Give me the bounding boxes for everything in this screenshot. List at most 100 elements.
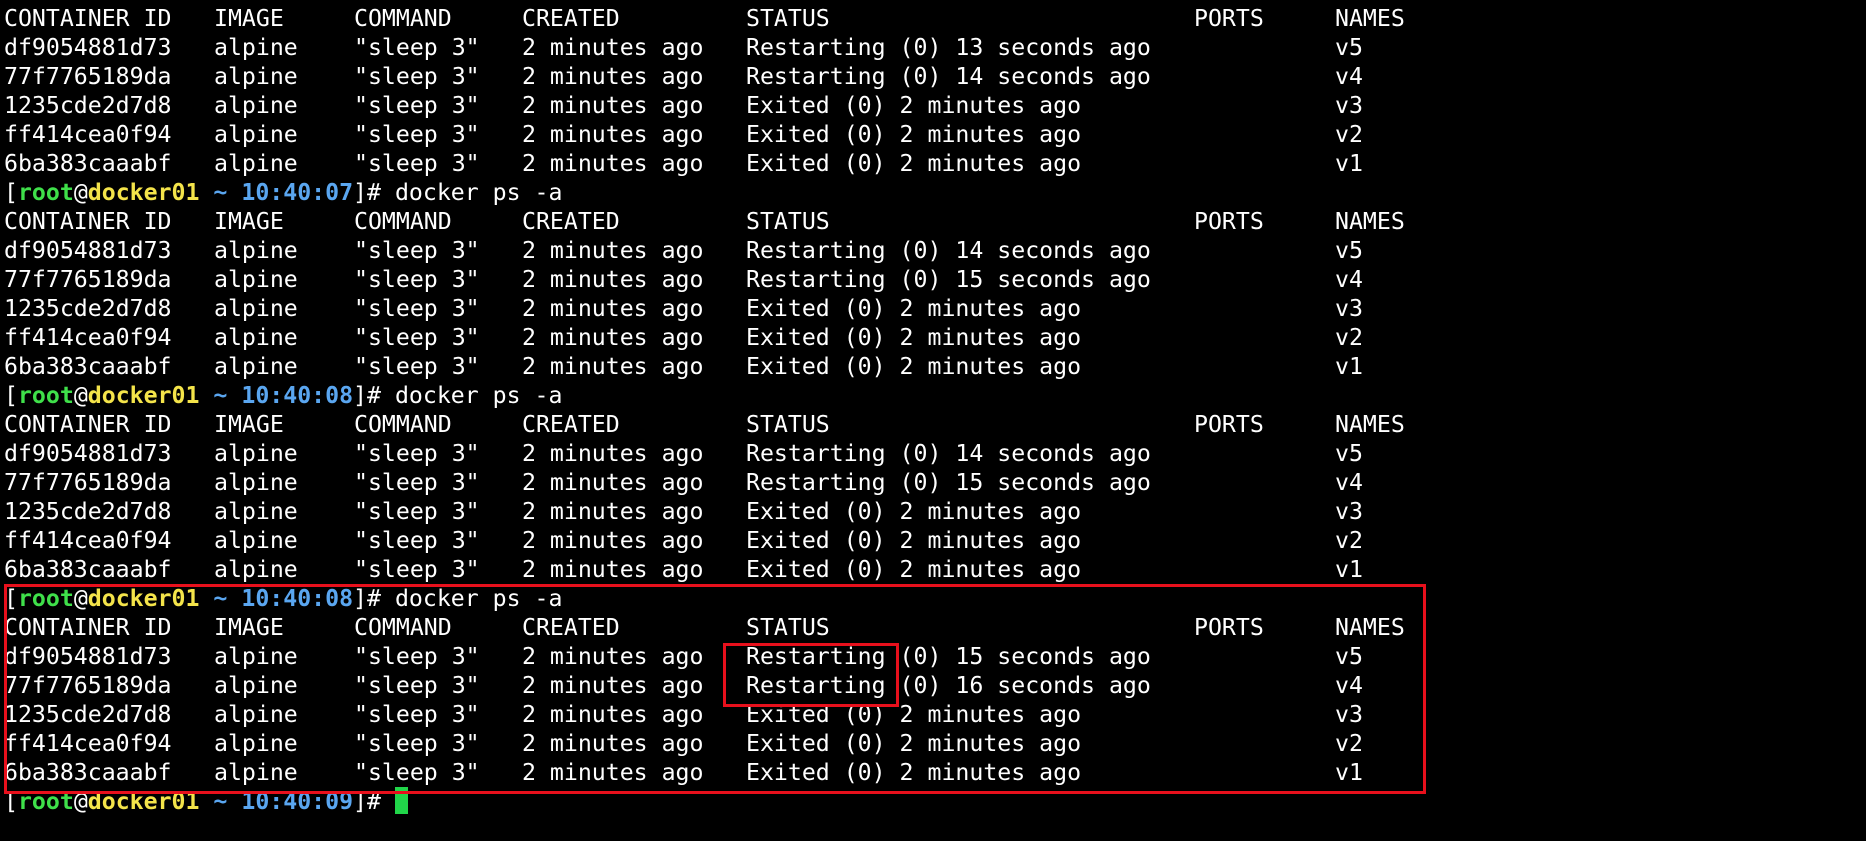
prompt-open-bracket: [ [4,179,18,206]
prompt-user: root [17,382,74,409]
cell-status: Restarting (0) 15 seconds ago [746,469,1151,496]
cell-command: "sleep 3" [354,353,480,380]
prompt-command: docker ps -a [394,585,563,612]
table-header-row: CONTAINER ID IMAGE COMMAND CREATED STATUS POR… [0,4,1866,33]
prompt-host: docker01 [87,382,200,409]
header-created: CREATED [522,208,620,235]
table-row: df9054881d73 alpine "sleep 3" 2 minutes ago… [0,439,1866,468]
header-status: STATUS [746,5,830,32]
cell-command: "sleep 3" [354,121,480,148]
prompt-open-bracket: [ [4,788,18,815]
text-cursor[interactable] [394,787,408,814]
header-image: IMAGE [214,5,284,32]
cell-id: df9054881d73 [4,643,172,670]
header-id: CONTAINER ID [4,411,172,438]
cell-id: 6ba383caaabf [4,759,172,786]
cell-id: 77f7765189da [4,672,172,699]
cell-image: alpine [214,237,298,264]
cell-status: Exited (0) 2 minutes ago [746,701,1082,728]
cell-created: 2 minutes ago [522,672,704,699]
prompt-close: ]# [353,585,395,612]
cell-status: Restarting (0) 15 seconds ago [746,643,1151,670]
cell-status: Restarting (0) 16 seconds ago [746,672,1151,699]
prompt-user: root [17,585,74,612]
cell-created: 2 minutes ago [522,643,704,670]
cell-command: "sleep 3" [354,63,480,90]
cell-names: v2 [1335,324,1363,351]
table-row: ff414cea0f94 alpine "sleep 3" 2 minutes ago… [0,729,1866,758]
cell-id: 6ba383caaabf [4,150,172,177]
cell-created: 2 minutes ago [522,295,704,322]
header-status: STATUS [746,411,830,438]
cell-names: v2 [1335,527,1363,554]
cell-names: v5 [1335,237,1363,264]
cell-id: 77f7765189da [4,266,172,293]
cell-status: Exited (0) 2 minutes ago [746,759,1082,786]
cell-image: alpine [214,672,298,699]
shell-prompt: [root@docker01 ~ 10:40:08]# docker ps -a [4,381,562,410]
terminal-window[interactable]: CONTAINER ID IMAGE COMMAND CREATED STATUS POR… [0,0,1866,841]
header-command: COMMAND [354,208,452,235]
cell-names: v3 [1335,295,1363,322]
table-row: 6ba383caaabf alpine "sleep 3" 2 minutes ago… [0,352,1866,381]
cell-created: 2 minutes ago [522,556,704,583]
cell-id: 6ba383caaabf [4,556,172,583]
cell-id: df9054881d73 [4,440,172,467]
header-image: IMAGE [214,411,284,438]
cell-image: alpine [214,63,298,90]
prompt-at: @ [73,179,88,206]
prompt-time: 10:40:08 [241,382,354,409]
header-id: CONTAINER ID [4,208,172,235]
cell-id: ff414cea0f94 [4,527,172,554]
header-command: COMMAND [354,614,452,641]
cell-names: v3 [1335,701,1363,728]
prompt-time: 10:40:08 [241,585,354,612]
cell-image: alpine [214,759,298,786]
cell-command: "sleep 3" [354,527,480,554]
cell-id: ff414cea0f94 [4,730,172,757]
header-status: STATUS [746,614,830,641]
cell-created: 2 minutes ago [522,324,704,351]
prompt-at: @ [73,382,88,409]
cell-image: alpine [214,353,298,380]
prompt-user: root [17,788,74,815]
cell-status: Restarting (0) 13 seconds ago [746,34,1151,61]
header-ports: PORTS [1194,208,1264,235]
header-command: COMMAND [354,411,452,438]
header-names: NAMES [1335,614,1405,641]
cell-id: df9054881d73 [4,237,172,264]
cell-image: alpine [214,440,298,467]
cell-id: 1235cde2d7d8 [4,498,172,525]
cell-created: 2 minutes ago [522,701,704,728]
prompt-open-bracket: [ [4,382,18,409]
cell-names: v4 [1335,672,1363,699]
table-row: df9054881d73 alpine "sleep 3" 2 minutes ago… [0,33,1866,62]
shell-prompt: [root@docker01 ~ 10:40:07]# docker ps -a [4,178,562,207]
cell-names: v3 [1335,92,1363,119]
cell-created: 2 minutes ago [522,121,704,148]
header-created: CREATED [522,5,620,32]
table-row: 1235cde2d7d8 alpine "sleep 3" 2 minutes ago… [0,700,1866,729]
cell-command: "sleep 3" [354,295,480,322]
table-row: 77f7765189da alpine "sleep 3" 2 minutes ago… [0,671,1866,700]
prompt-open-bracket: [ [4,585,18,612]
prompt-command: docker ps -a [394,179,563,206]
cell-names: v4 [1335,469,1363,496]
cell-image: alpine [214,730,298,757]
cell-status: Exited (0) 2 minutes ago [746,92,1082,119]
cell-image: alpine [214,324,298,351]
cell-image: alpine [214,34,298,61]
prompt-user: root [17,179,74,206]
cell-status: Exited (0) 2 minutes ago [746,730,1082,757]
table-row: 6ba383caaabf alpine "sleep 3" 2 minutes ago… [0,758,1866,787]
header-command: COMMAND [354,5,452,32]
cell-id: 77f7765189da [4,469,172,496]
header-created: CREATED [522,411,620,438]
prompt-time: 10:40:07 [241,179,354,206]
cell-image: alpine [214,556,298,583]
cell-image: alpine [214,643,298,670]
cell-names: v5 [1335,34,1363,61]
cell-command: "sleep 3" [354,237,480,264]
cell-image: alpine [214,295,298,322]
shell-prompt: [root@docker01 ~ 10:40:08]# docker ps -a [4,584,562,613]
